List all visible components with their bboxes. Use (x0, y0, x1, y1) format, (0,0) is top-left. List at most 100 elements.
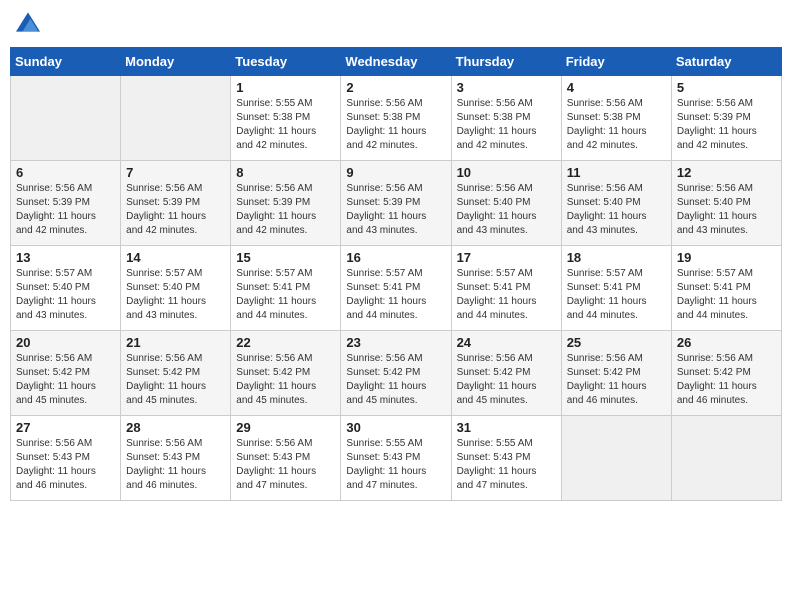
day-info: Sunrise: 5:57 AM Sunset: 5:41 PM Dayligh… (346, 267, 445, 323)
calendar-cell (671, 416, 781, 501)
day-number: 9 (346, 165, 445, 180)
day-number: 1 (236, 80, 335, 95)
day-number: 13 (16, 250, 115, 265)
day-info: Sunrise: 5:56 AM Sunset: 5:39 PM Dayligh… (346, 182, 445, 238)
day-info: Sunrise: 5:56 AM Sunset: 5:38 PM Dayligh… (457, 97, 556, 153)
calendar-cell: 21 Sunrise: 5:56 AM Sunset: 5:42 PM Dayli… (121, 331, 231, 416)
calendar-cell (11, 76, 121, 161)
day-number: 21 (126, 335, 225, 350)
calendar-header-row: SundayMondayTuesdayWednesdayThursdayFrid… (11, 48, 782, 76)
calendar-cell: 7Sunrise: 5:56 AM Sunset: 5:39 PM Daylig… (121, 161, 231, 246)
day-number: 12 (677, 165, 776, 180)
day-number: 29 (236, 420, 335, 435)
week-row-2: 6 Sunrise: 5:56 AM Sunset: 5:39 PM Daylig… (11, 161, 782, 246)
page-header (10, 10, 782, 39)
calendar-cell: 6 Sunrise: 5:56 AM Sunset: 5:39 PM Daylig… (11, 161, 121, 246)
calendar-cell: 2 Sunrise: 5:56 AM Sunset: 5:38 PM Daylig… (341, 76, 451, 161)
day-info: Sunrise: 5:56 AM Sunset: 5:42 PM Dayligh… (567, 352, 666, 408)
day-number: 18 (567, 250, 666, 265)
calendar-cell: 9 Sunrise: 5:56 AM Sunset: 5:39 PM Daylig… (341, 161, 451, 246)
day-number: 31 (457, 420, 556, 435)
calendar-cell: 29Sunrise: 5:56 AM Sunset: 5:43 PM Dayli… (231, 416, 341, 501)
week-row-3: 13 Sunrise: 5:57 AM Sunset: 5:40 PM Dayli… (11, 246, 782, 331)
calendar-cell: 20 Sunrise: 5:56 AM Sunset: 5:42 PM Dayli… (11, 331, 121, 416)
day-number: 24 (457, 335, 556, 350)
calendar-cell: 28 Sunrise: 5:56 AM Sunset: 5:43 PM Dayli… (121, 416, 231, 501)
calendar-cell: 30Sunrise: 5:55 AM Sunset: 5:43 PM Dayli… (341, 416, 451, 501)
day-number: 8 (236, 165, 335, 180)
week-row-5: 27 Sunrise: 5:56 AM Sunset: 5:43 PM Dayli… (11, 416, 782, 501)
calendar-cell: 4 Sunrise: 5:56 AM Sunset: 5:38 PM Daylig… (561, 76, 671, 161)
calendar-cell: 19 Sunrise: 5:57 AM Sunset: 5:41 PM Dayli… (671, 246, 781, 331)
day-number: 30 (346, 420, 445, 435)
calendar-cell: 3 Sunrise: 5:56 AM Sunset: 5:38 PM Daylig… (451, 76, 561, 161)
calendar-cell: 22Sunrise: 5:56 AM Sunset: 5:42 PM Dayli… (231, 331, 341, 416)
day-info: Sunrise: 5:56 AM Sunset: 5:42 PM Dayligh… (677, 352, 776, 408)
day-info: Sunrise: 5:56 AM Sunset: 5:42 PM Dayligh… (126, 352, 225, 408)
day-info: Sunrise: 5:56 AM Sunset: 5:39 PM Dayligh… (126, 182, 225, 238)
day-number: 27 (16, 420, 115, 435)
day-info: Sunrise: 5:57 AM Sunset: 5:41 PM Dayligh… (567, 267, 666, 323)
day-number: 3 (457, 80, 556, 95)
day-info: Sunrise: 5:56 AM Sunset: 5:39 PM Dayligh… (16, 182, 115, 238)
calendar-cell (121, 76, 231, 161)
calendar-cell: 26 Sunrise: 5:56 AM Sunset: 5:42 PM Dayli… (671, 331, 781, 416)
calendar-cell: 25 Sunrise: 5:56 AM Sunset: 5:42 PM Dayli… (561, 331, 671, 416)
logo-icon (16, 10, 40, 34)
day-number: 25 (567, 335, 666, 350)
day-number: 28 (126, 420, 225, 435)
calendar-table: SundayMondayTuesdayWednesdayThursdayFrid… (10, 47, 782, 501)
day-number: 22 (236, 335, 335, 350)
day-number: 10 (457, 165, 556, 180)
calendar-cell: 17 Sunrise: 5:57 AM Sunset: 5:41 PM Dayli… (451, 246, 561, 331)
calendar-cell: 1 Sunrise: 5:55 AM Sunset: 5:38 PM Daylig… (231, 76, 341, 161)
weekday-header-tuesday: Tuesday (231, 48, 341, 76)
day-number: 4 (567, 80, 666, 95)
logo-text (14, 10, 40, 39)
calendar-cell: 13 Sunrise: 5:57 AM Sunset: 5:40 PM Dayli… (11, 246, 121, 331)
calendar-cell: 5Sunrise: 5:56 AM Sunset: 5:39 PM Daylig… (671, 76, 781, 161)
calendar-cell: 16 Sunrise: 5:57 AM Sunset: 5:41 PM Dayli… (341, 246, 451, 331)
weekday-header-monday: Monday (121, 48, 231, 76)
day-number: 6 (16, 165, 115, 180)
week-row-1: 1 Sunrise: 5:55 AM Sunset: 5:38 PM Daylig… (11, 76, 782, 161)
day-info: Sunrise: 5:56 AM Sunset: 5:38 PM Dayligh… (346, 97, 445, 153)
day-info: Sunrise: 5:55 AM Sunset: 5:38 PM Dayligh… (236, 97, 335, 153)
calendar-cell: 18 Sunrise: 5:57 AM Sunset: 5:41 PM Dayli… (561, 246, 671, 331)
calendar-cell: 14Sunrise: 5:57 AM Sunset: 5:40 PM Dayli… (121, 246, 231, 331)
day-number: 16 (346, 250, 445, 265)
calendar-cell (561, 416, 671, 501)
day-number: 17 (457, 250, 556, 265)
day-number: 26 (677, 335, 776, 350)
calendar-cell: 27Sunrise: 5:56 AM Sunset: 5:43 PM Dayli… (11, 416, 121, 501)
logo (14, 10, 40, 39)
calendar-cell: 11 Sunrise: 5:56 AM Sunset: 5:40 PM Dayli… (561, 161, 671, 246)
day-info: Sunrise: 5:57 AM Sunset: 5:41 PM Dayligh… (677, 267, 776, 323)
day-info: Sunrise: 5:56 AM Sunset: 5:40 PM Dayligh… (567, 182, 666, 238)
weekday-header-thursday: Thursday (451, 48, 561, 76)
day-info: Sunrise: 5:57 AM Sunset: 5:41 PM Dayligh… (457, 267, 556, 323)
weekday-header-wednesday: Wednesday (341, 48, 451, 76)
day-info: Sunrise: 5:56 AM Sunset: 5:38 PM Dayligh… (567, 97, 666, 153)
day-number: 23 (346, 335, 445, 350)
day-info: Sunrise: 5:56 AM Sunset: 5:39 PM Dayligh… (236, 182, 335, 238)
day-info: Sunrise: 5:56 AM Sunset: 5:42 PM Dayligh… (346, 352, 445, 408)
calendar-cell: 10Sunrise: 5:56 AM Sunset: 5:40 PM Dayli… (451, 161, 561, 246)
week-row-4: 20 Sunrise: 5:56 AM Sunset: 5:42 PM Dayli… (11, 331, 782, 416)
day-number: 11 (567, 165, 666, 180)
day-number: 19 (677, 250, 776, 265)
day-number: 2 (346, 80, 445, 95)
day-info: Sunrise: 5:56 AM Sunset: 5:42 PM Dayligh… (16, 352, 115, 408)
day-info: Sunrise: 5:57 AM Sunset: 5:40 PM Dayligh… (16, 267, 115, 323)
day-info: Sunrise: 5:56 AM Sunset: 5:39 PM Dayligh… (677, 97, 776, 153)
day-info: Sunrise: 5:56 AM Sunset: 5:42 PM Dayligh… (457, 352, 556, 408)
calendar-cell: 8 Sunrise: 5:56 AM Sunset: 5:39 PM Daylig… (231, 161, 341, 246)
weekday-header-sunday: Sunday (11, 48, 121, 76)
calendar-cell: 31Sunrise: 5:55 AM Sunset: 5:43 PM Dayli… (451, 416, 561, 501)
day-info: Sunrise: 5:56 AM Sunset: 5:40 PM Dayligh… (677, 182, 776, 238)
day-number: 20 (16, 335, 115, 350)
calendar-cell: 15Sunrise: 5:57 AM Sunset: 5:41 PM Dayli… (231, 246, 341, 331)
day-info: Sunrise: 5:56 AM Sunset: 5:43 PM Dayligh… (126, 437, 225, 493)
calendar-cell: 23 Sunrise: 5:56 AM Sunset: 5:42 PM Dayli… (341, 331, 451, 416)
weekday-header-saturday: Saturday (671, 48, 781, 76)
